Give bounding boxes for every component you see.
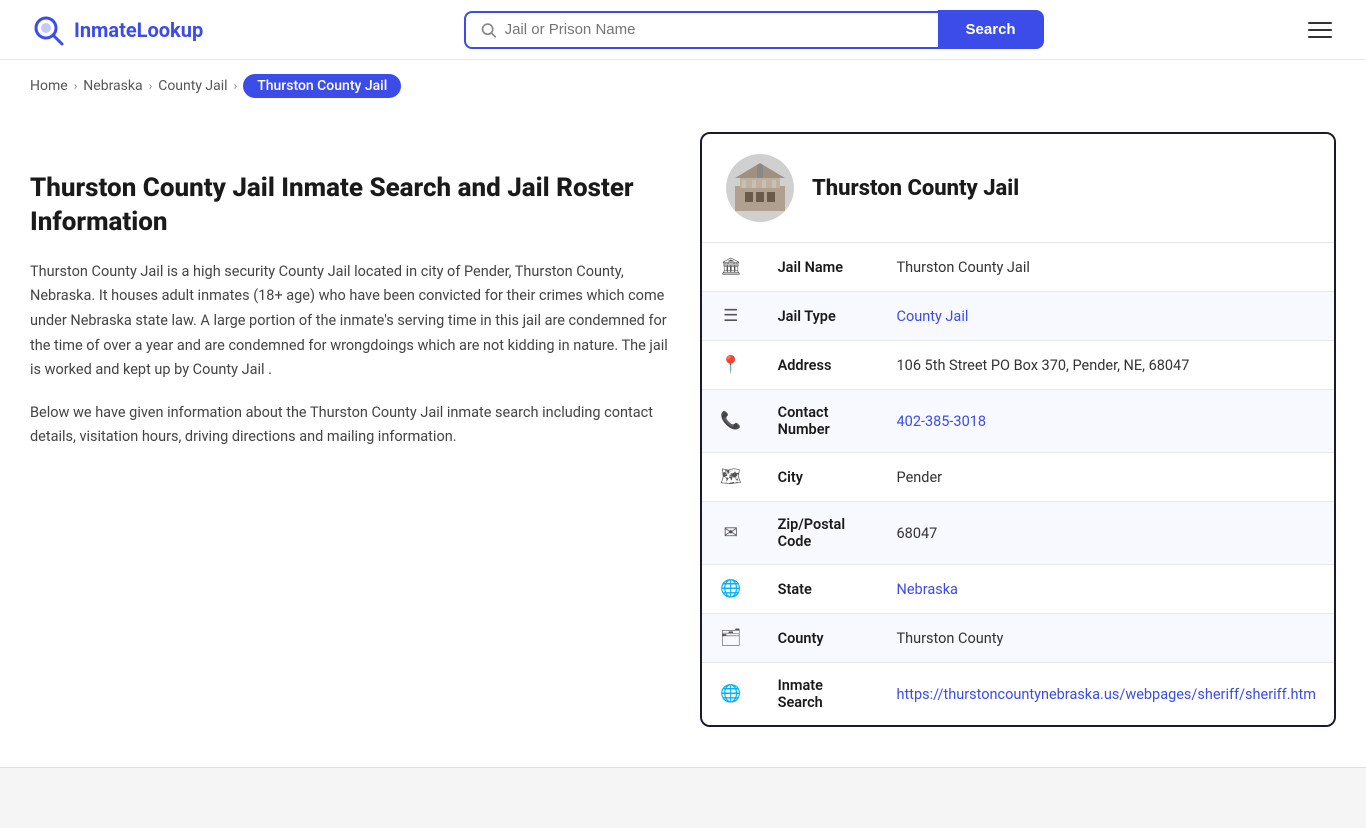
row-value: Pender (879, 453, 1334, 502)
breadcrumb-nebraska[interactable]: Nebraska (83, 78, 142, 94)
left-column: Thurston County Jail Inmate Search and J… (30, 132, 670, 727)
row-value: 68047 (879, 502, 1334, 565)
description-2: Below we have given information about th… (30, 401, 670, 450)
facility-thumbnail (726, 154, 794, 222)
right-column: Thurston County Jail 🏛 Jail Name Thursto… (700, 132, 1336, 727)
search-button[interactable]: Search (938, 10, 1044, 49)
row-value: 106 5th Street PO Box 370, Pender, NE, 6… (879, 341, 1334, 390)
card-header: Thurston County Jail (702, 134, 1334, 243)
breadcrumb-chevron-2: › (149, 79, 153, 93)
breadcrumb-chevron-3: › (234, 79, 238, 93)
footer-bar (0, 767, 1366, 828)
value-text: Thurston County (897, 630, 1004, 647)
description-1: Thurston County Jail is a high security … (30, 260, 670, 383)
row-label: Jail Name (760, 243, 879, 292)
value-link[interactable]: https://thurstoncountynebraska.us/webpag… (897, 686, 1316, 703)
row-label: City (760, 453, 879, 502)
value-link[interactable]: Nebraska (897, 581, 958, 598)
search-input[interactable] (505, 21, 924, 38)
breadcrumb-active: Thurston County Jail (243, 74, 401, 98)
logo-icon (30, 12, 66, 48)
row-label: Jail Type (760, 292, 879, 341)
breadcrumb: Home › Nebraska › County Jail › Thurston… (0, 60, 1366, 112)
table-row: ☰ Jail Type County Jail (702, 292, 1334, 341)
search-bar: Search (464, 10, 1044, 49)
logo[interactable]: InmateLookup (30, 12, 203, 48)
state-icon: 🌐 (702, 565, 760, 614)
table-row: 🏛 Jail Name Thurston County Jail (702, 243, 1334, 292)
row-value[interactable]: Nebraska (879, 565, 1334, 614)
row-value[interactable]: 402-385-3018 (879, 390, 1334, 453)
city-icon: 🗺 (702, 453, 760, 502)
menu-button[interactable] (1304, 18, 1336, 42)
row-label: Contact Number (760, 390, 879, 453)
search-icon (480, 21, 497, 39)
info-card: Thurston County Jail 🏛 Jail Name Thursto… (700, 132, 1336, 727)
value-text: 68047 (897, 525, 938, 542)
row-label: County (760, 614, 879, 663)
breadcrumb-chevron-1: › (74, 79, 78, 93)
facility-image (730, 158, 790, 218)
table-row: 📞 Contact Number 402-385-3018 (702, 390, 1334, 453)
row-value[interactable]: https://thurstoncountynebraska.us/webpag… (879, 663, 1334, 726)
info-table: 🏛 Jail Name Thurston County Jail ☰ Jail … (702, 243, 1334, 725)
address-icon: 📍 (702, 341, 760, 390)
row-label: State (760, 565, 879, 614)
row-value: Thurston County Jail (879, 243, 1334, 292)
search-input-wrapper (464, 11, 938, 49)
row-value[interactable]: County Jail (879, 292, 1334, 341)
inmate-search-icon: 🌐 (702, 663, 760, 726)
value-text: Pender (897, 469, 943, 486)
table-row: ✉ Zip/Postal Code 68047 (702, 502, 1334, 565)
row-value: Thurston County (879, 614, 1334, 663)
row-label: Address (760, 341, 879, 390)
phone-icon: 📞 (702, 390, 760, 453)
value-link[interactable]: County Jail (897, 308, 969, 325)
county-icon: 🗂 (702, 614, 760, 663)
jail-icon: 🏛 (702, 243, 760, 292)
main-content: Thurston County Jail Inmate Search and J… (0, 112, 1366, 747)
card-title: Thurston County Jail (812, 176, 1019, 201)
table-row: 🌐 Inmate Search https://thurstoncountyne… (702, 663, 1334, 726)
type-icon: ☰ (702, 292, 760, 341)
breadcrumb-home[interactable]: Home (30, 78, 68, 94)
logo-text: InmateLookup (74, 18, 203, 42)
table-row: 🌐 State Nebraska (702, 565, 1334, 614)
value-link[interactable]: 402-385-3018 (897, 413, 987, 430)
table-row: 📍 Address 106 5th Street PO Box 370, Pen… (702, 341, 1334, 390)
page-title: Thurston County Jail Inmate Search and J… (30, 172, 670, 240)
table-row: 🗂 County Thurston County (702, 614, 1334, 663)
zip-icon: ✉ (702, 502, 760, 565)
value-text: 106 5th Street PO Box 370, Pender, NE, 6… (897, 357, 1190, 374)
value-text: Thurston County Jail (897, 259, 1030, 276)
row-label: Zip/Postal Code (760, 502, 879, 565)
header: InmateLookup Search (0, 0, 1366, 60)
row-label: Inmate Search (760, 663, 879, 726)
table-row: 🗺 City Pender (702, 453, 1334, 502)
breadcrumb-county-jail[interactable]: County Jail (158, 78, 227, 94)
